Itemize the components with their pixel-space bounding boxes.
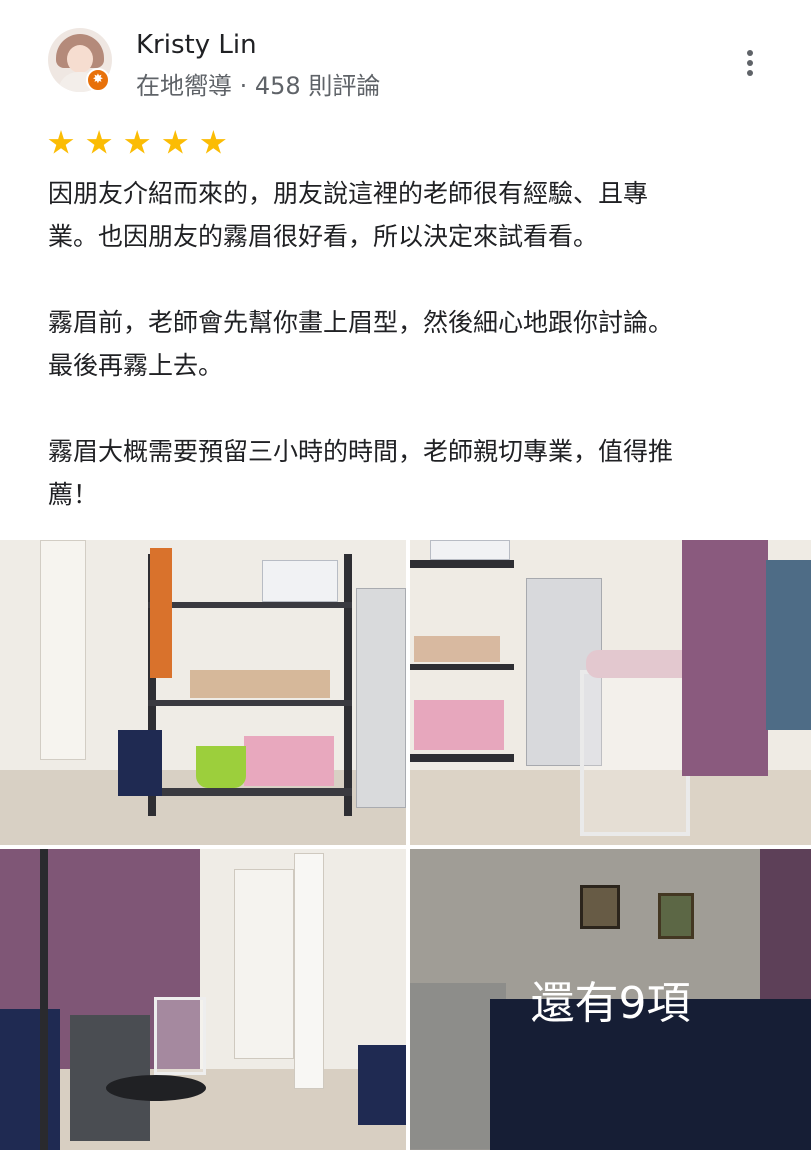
star-icon	[200, 130, 226, 154]
star-rating	[48, 130, 233, 164]
review-header: ✸ Kristy Lin 在地嚮導 · 458 則評論	[0, 0, 811, 120]
review-paragraph: 霧眉前，老師會先幫你畫上眉型，然後細心地跟你討論。 最後再霧上去。	[48, 308, 674, 380]
review-paragraph: 霧眉大概需要預留三小時的時間，老師親切專業，值得推 薦！	[48, 437, 674, 509]
reviewer-meta: 在地嚮導 · 458 則評論	[136, 72, 381, 100]
more-options-icon[interactable]	[738, 50, 762, 80]
star-icon	[48, 130, 74, 154]
review-paragraph: 因朋友介紹而來的，朋友說這裡的老師很有經驗、且專 業。也因朋友的霧眉很好看，所以…	[48, 179, 649, 251]
more-photos-tile[interactable]: 還有9項	[410, 849, 811, 1150]
review-photo[interactable]	[0, 540, 406, 845]
review-photo[interactable]	[410, 540, 811, 845]
local-guide-badge-icon: ✸	[86, 68, 110, 92]
reviewer-name[interactable]: Kristy Lin	[136, 30, 257, 60]
star-icon	[162, 130, 188, 154]
more-photos-label: 還有9項	[530, 978, 691, 1029]
review-photo-grid: 還有9項	[0, 540, 811, 1150]
review-text: 因朋友介紹而來的，朋友說這裡的老師很有經驗、且專 業。也因朋友的霧眉很好看，所以…	[48, 172, 768, 516]
star-icon	[124, 130, 150, 154]
review-photo[interactable]	[0, 849, 406, 1150]
star-icon	[86, 130, 112, 154]
